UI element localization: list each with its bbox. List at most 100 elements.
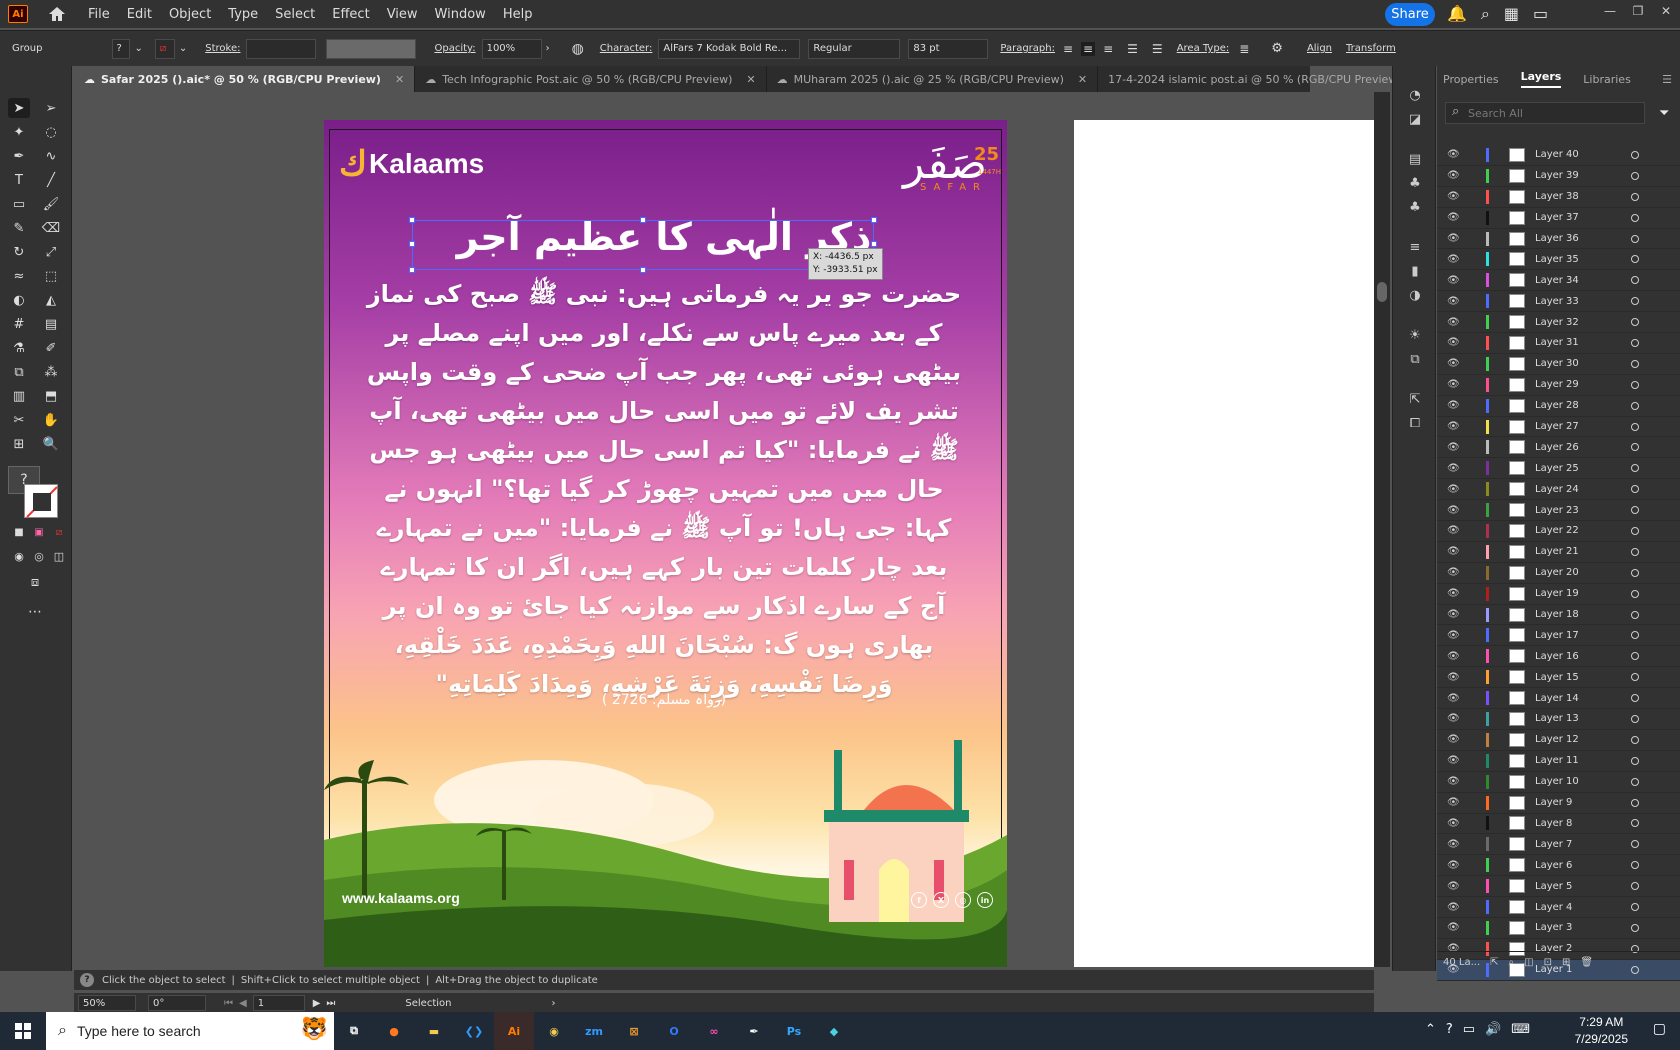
next-artboard-icon[interactable]: ▶ — [313, 998, 321, 1009]
tab-properties[interactable]: Properties — [1443, 73, 1499, 86]
target-circle-icon[interactable] — [1631, 359, 1639, 368]
layer-row[interactable]: 👁 Layer 21 — [1437, 542, 1680, 563]
restore-icon[interactable]: ❐ — [1624, 0, 1652, 22]
visibility-eye-icon[interactable]: 👁 — [1447, 651, 1467, 662]
chevron-down-icon[interactable]: ⌄ — [134, 43, 142, 54]
graph-tool-icon[interactable]: ▥ — [8, 386, 30, 406]
visibility-eye-icon[interactable]: 👁 — [1447, 525, 1467, 536]
target-circle-icon[interactable] — [1631, 401, 1639, 410]
layer-row[interactable]: 👁 Layer 33 — [1437, 291, 1680, 313]
home-icon[interactable] — [46, 3, 68, 25]
zoom-select[interactable]: 50% — [78, 995, 136, 1011]
perspective-icon[interactable]: ◭ — [40, 290, 62, 310]
visibility-eye-icon[interactable]: 👁 — [1447, 212, 1467, 223]
stroke-swatch[interactable]: ⧄ — [154, 38, 175, 59]
area-type-options-icon[interactable]: ≣ — [1239, 42, 1249, 56]
target-circle-icon[interactable] — [1631, 923, 1639, 932]
export-icon[interactable]: ⇱ — [1405, 392, 1425, 408]
menu-help[interactable]: Help — [503, 7, 533, 22]
network-icon[interactable]: ▭ — [1463, 1022, 1475, 1037]
creative-cloud-icon[interactable]: ∞ — [694, 1012, 734, 1050]
file-explorer-icon[interactable]: ▬ — [414, 1012, 454, 1050]
canvas-vertical-scrollbar[interactable] — [1374, 92, 1390, 967]
transform-link[interactable]: Transform — [1346, 43, 1396, 54]
area-type-label[interactable]: Area Type: — [1177, 43, 1230, 54]
layer-row[interactable]: 👁 Layer 34 — [1437, 270, 1680, 292]
visibility-eye-icon[interactable]: 👁 — [1447, 358, 1467, 369]
selection-bounding-box[interactable] — [409, 217, 877, 273]
visibility-eye-icon[interactable]: 👁 — [1447, 505, 1467, 516]
brand-logo[interactable]: ك Kalaams — [339, 144, 484, 184]
layer-row[interactable]: 👁 Layer 26 — [1437, 437, 1680, 459]
resize-handle[interactable] — [640, 267, 646, 273]
blend-icon[interactable]: ⧉ — [8, 362, 30, 382]
target-circle-icon[interactable] — [1631, 171, 1639, 180]
layer-row[interactable]: 👁 Layer 25 — [1437, 458, 1680, 480]
visibility-eye-icon[interactable]: 👁 — [1447, 839, 1467, 850]
target-circle-icon[interactable] — [1631, 610, 1639, 619]
rectangle-tool-icon[interactable]: ▭ — [8, 194, 30, 214]
paragraph-label[interactable]: Paragraph: — [1000, 43, 1055, 54]
more-tools-icon[interactable]: ⋯ — [24, 602, 46, 622]
menu-view[interactable]: View — [387, 7, 418, 22]
stroke-panel-icon[interactable]: ≡ — [1405, 240, 1425, 256]
menu-type[interactable]: Type — [228, 7, 258, 22]
bullets-icon[interactable]: ☰ — [1127, 42, 1138, 56]
target-circle-icon[interactable] — [1631, 673, 1639, 682]
visibility-eye-icon[interactable]: 👁 — [1447, 275, 1467, 286]
target-circle-icon[interactable] — [1631, 882, 1639, 891]
tab-safar-2025[interactable]: ☁ Safar 2025 ().aic* @ 50 % (RGB/CPU Prev… — [74, 66, 416, 92]
target-circle-icon[interactable] — [1631, 150, 1639, 159]
zoom-icon[interactable]: zm — [574, 1012, 614, 1050]
target-circle-icon[interactable] — [1631, 777, 1639, 786]
delete-layer-icon[interactable]: 🗑 — [1580, 957, 1593, 968]
eraser-icon[interactable]: ⌫ — [40, 218, 62, 238]
opacity-label[interactable]: Opacity: — [434, 43, 475, 54]
font-size-input[interactable]: 83 pt — [908, 38, 989, 59]
align-link[interactable]: Align — [1307, 43, 1332, 54]
visibility-eye-icon[interactable]: 👁 — [1447, 797, 1467, 808]
menu-file[interactable]: File — [88, 7, 110, 22]
make-clipping-mask-icon[interactable]: ◫ — [1524, 957, 1533, 968]
target-circle-icon[interactable] — [1631, 297, 1639, 306]
notification-icon[interactable]: ▢ — [1653, 1021, 1666, 1037]
target-circle-icon[interactable] — [1631, 756, 1639, 765]
layer-row[interactable]: 👁 Layer 39 — [1437, 166, 1680, 187]
linkedin-icon[interactable]: in — [977, 892, 993, 908]
type-tool-icon[interactable]: T — [8, 170, 30, 190]
artboard-safar[interactable]: ك Kalaams صَفَر 25 SAFAR 1447H ذکرِ الٰہ… — [324, 120, 1007, 967]
share-button[interactable]: Share — [1385, 3, 1435, 26]
visibility-eye-icon[interactable]: 👁 — [1447, 463, 1467, 474]
target-circle-icon[interactable] — [1631, 652, 1639, 661]
hadith-reference[interactable]: (رواہ مسلم: 2726 ) — [564, 692, 764, 708]
target-circle-icon[interactable] — [1631, 506, 1639, 515]
target-circle-icon[interactable] — [1631, 213, 1639, 222]
layer-row[interactable]: 👁 Layer 32 — [1437, 312, 1680, 334]
shaper-icon[interactable]: ✎ — [8, 218, 30, 238]
measure-icon[interactable]: ✐ — [40, 338, 62, 358]
layer-row[interactable]: 👁 Layer 12 — [1437, 730, 1680, 751]
outlook-icon[interactable]: O — [654, 1012, 694, 1050]
global-edit-icon[interactable]: ⚙ — [1271, 41, 1283, 56]
task-view-icon[interactable]: ⧉ — [334, 1012, 374, 1050]
visibility-eye-icon[interactable]: 👁 — [1447, 233, 1467, 244]
visibility-eye-icon[interactable]: 👁 — [1447, 713, 1467, 724]
paintbrush-icon[interactable]: 🖌 — [40, 194, 62, 214]
layer-row[interactable]: 👁 Layer 20 — [1437, 563, 1680, 584]
xampp-icon[interactable]: ⊠ — [614, 1012, 654, 1050]
visibility-eye-icon[interactable]: 👁 — [1447, 317, 1467, 328]
clock[interactable]: 7:29 AM 7/29/2025 — [1575, 1014, 1628, 1048]
workspace-icon[interactable]: ▦ — [1504, 4, 1519, 24]
new-layer-icon[interactable]: ⊞ — [1562, 957, 1570, 968]
layer-row[interactable]: 👁 Layer 17 — [1437, 625, 1680, 647]
visibility-eye-icon[interactable]: 👁 — [1447, 442, 1467, 453]
free-transform-icon[interactable]: ⬚ — [40, 266, 62, 286]
visibility-eye-icon[interactable]: 👁 — [1447, 567, 1467, 578]
tab-muharam-2025[interactable]: ☁ MUharam 2025 ().aic @ 25 % (RGB/CPU Pre… — [767, 66, 1099, 92]
website-url[interactable]: www.kalaams.org — [342, 890, 460, 906]
export-layers-icon[interactable]: ⇱ — [1490, 957, 1498, 968]
target-circle-icon[interactable] — [1631, 840, 1639, 849]
menu-select[interactable]: Select — [275, 7, 315, 22]
color-guide-icon[interactable]: ☀ — [1405, 328, 1425, 344]
font-style-select[interactable]: Regular — [808, 38, 901, 59]
